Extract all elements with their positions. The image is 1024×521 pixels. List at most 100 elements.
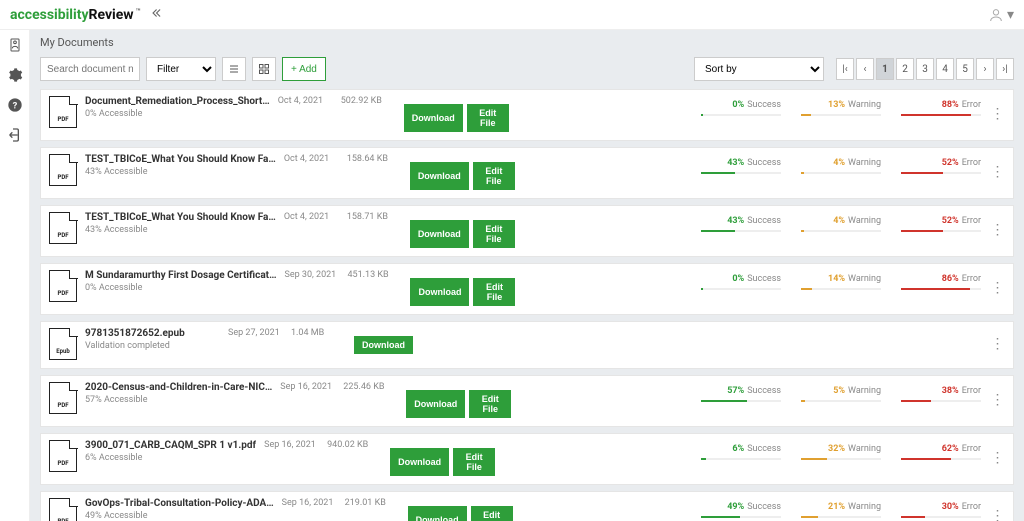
search-input[interactable] [40, 57, 140, 81]
edit-button[interactable]: Edit File [453, 448, 495, 476]
page-4[interactable]: 4 [936, 58, 954, 80]
warning-stat: 5%Warning [801, 386, 881, 396]
download-button[interactable]: Download [410, 278, 469, 306]
more-actions-icon[interactable]: ⋮ [989, 450, 1005, 466]
warning-bar [801, 230, 881, 232]
download-button[interactable]: Download [404, 104, 463, 132]
more-actions-icon[interactable]: ⋮ [989, 106, 1005, 122]
user-menu[interactable]: ▾ [988, 7, 1014, 23]
filter-select[interactable]: Filter [146, 57, 216, 81]
document-name[interactable]: 9781351872652.epub [85, 328, 220, 339]
document-size: 219.01 KB [345, 498, 400, 508]
document-size: 158.64 KB [347, 154, 402, 164]
error-bar [901, 114, 981, 116]
document-subtitle: 0% Accessible [85, 283, 276, 293]
logout-icon[interactable] [6, 126, 24, 144]
more-actions-icon[interactable]: ⋮ [989, 222, 1005, 238]
edit-button[interactable]: Edit File [473, 278, 515, 306]
error-stat: 62%Error [901, 444, 981, 454]
error-stat: 30%Error [901, 502, 981, 512]
documents-icon[interactable] [6, 36, 24, 54]
more-actions-icon[interactable]: ⋮ [989, 164, 1005, 180]
warning-stat: 4%Warning [801, 158, 881, 168]
main-content: My Documents Filter + Add Sort by |‹‹123… [30, 30, 1024, 521]
gear-icon[interactable] [6, 66, 24, 84]
list-view-button[interactable] [222, 57, 246, 81]
page-5[interactable]: 5 [956, 58, 974, 80]
page-|‹[interactable]: |‹ [836, 58, 854, 80]
warning-bar [801, 288, 881, 290]
success-bar [701, 114, 781, 116]
error-bar [901, 172, 981, 174]
more-actions-icon[interactable]: ⋮ [989, 508, 1005, 521]
help-icon[interactable]: ? [6, 96, 24, 114]
page-3[interactable]: 3 [916, 58, 934, 80]
error-bar [901, 458, 981, 460]
document-name[interactable]: TEST_TBICoE_What You Should Know Fa… [85, 212, 276, 223]
document-name[interactable]: M Sundaramurthy First Dosage Certificat… [85, 270, 276, 281]
success-stat: 43%Success [701, 158, 781, 168]
page-‹[interactable]: ‹ [856, 58, 874, 80]
edit-button[interactable]: Edit File [467, 104, 509, 132]
success-stat: 57%Success [701, 386, 781, 396]
success-bar [701, 230, 781, 232]
document-date: Sep 27, 2021 [228, 328, 283, 338]
grid-view-button[interactable] [252, 57, 276, 81]
success-bar [701, 458, 781, 460]
document-subtitle: 6% Accessible [85, 453, 256, 463]
page-title: My Documents [30, 30, 1024, 53]
document-row: PDF Document_Remediation_Process_Short… … [40, 89, 1014, 141]
sidebar-collapse-icon[interactable] [149, 6, 163, 23]
document-size: 1.04 MB [291, 328, 346, 338]
download-button[interactable]: Download [406, 390, 465, 418]
document-row: PDF 2020-Census-and-Children-in-Care-NIC… [40, 375, 1014, 427]
download-button[interactable]: Download [390, 448, 449, 476]
more-actions-icon[interactable]: ⋮ [989, 336, 1005, 352]
error-bar [901, 400, 981, 402]
document-size: 502.92 KB [341, 96, 396, 106]
warning-bar [801, 516, 881, 518]
sort-select[interactable]: Sort by [694, 57, 824, 81]
page-›[interactable]: › [976, 58, 994, 80]
pagination: |‹‹12345››| [836, 58, 1014, 80]
page-1[interactable]: 1 [876, 58, 894, 80]
document-date: Sep 16, 2021 [264, 440, 319, 450]
file-type-icon: PDF [49, 440, 77, 472]
edit-button[interactable]: Edit File [473, 220, 515, 248]
document-subtitle: 43% Accessible [85, 167, 276, 177]
document-name[interactable]: 3900_071_CARB_CAQM_SPR 1 v1.pdf [85, 440, 256, 451]
more-actions-icon[interactable]: ⋮ [989, 392, 1005, 408]
download-button[interactable]: Download [410, 220, 469, 248]
file-type-icon: PDF [49, 498, 77, 521]
document-row: PDF TEST_TBICoE_What You Should Know Fa…… [40, 205, 1014, 257]
download-button[interactable]: Download [354, 336, 413, 354]
add-button[interactable]: + Add [282, 57, 326, 81]
file-type-icon: Epub [49, 328, 77, 360]
edit-button[interactable]: Edit File [473, 162, 515, 190]
document-name[interactable]: Document_Remediation_Process_Short… [85, 96, 270, 107]
top-bar: accessibilityReview™ ▾ [0, 0, 1024, 30]
error-stat: 52%Error [901, 216, 981, 226]
success-stat: 0%Success [701, 274, 781, 284]
download-button[interactable]: Download [408, 506, 467, 521]
edit-button[interactable]: Edit File [471, 506, 513, 521]
more-actions-icon[interactable]: ⋮ [989, 280, 1005, 296]
edit-button[interactable]: Edit File [469, 390, 511, 418]
document-name[interactable]: GovOps-Tribal-Consultation-Policy-ADA… [85, 498, 274, 509]
document-row: PDF 3900_071_CARB_CAQM_SPR 1 v1.pdf 6% A… [40, 433, 1014, 485]
page-2[interactable]: 2 [896, 58, 914, 80]
download-button[interactable]: Download [410, 162, 469, 190]
document-list: PDF Document_Remediation_Process_Short… … [30, 89, 1024, 521]
file-type-icon: PDF [49, 382, 77, 414]
svg-text:?: ? [12, 100, 17, 111]
document-name[interactable]: 2020-Census-and-Children-in-Care-NIC… [85, 382, 272, 393]
document-subtitle: 43% Accessible [85, 225, 276, 235]
document-row: PDF M Sundaramurthy First Dosage Certifi… [40, 263, 1014, 315]
document-name[interactable]: TEST_TBICoE_What You Should Know Fa… [85, 154, 276, 165]
toolbar: Filter + Add Sort by |‹‹12345››| [30, 53, 1024, 89]
page-›|[interactable]: ›| [996, 58, 1014, 80]
document-subtitle: Validation completed [85, 341, 220, 351]
success-bar [701, 516, 781, 518]
brand-logo: accessibilityReview™ [10, 7, 141, 23]
success-stat: 6%Success [701, 444, 781, 454]
